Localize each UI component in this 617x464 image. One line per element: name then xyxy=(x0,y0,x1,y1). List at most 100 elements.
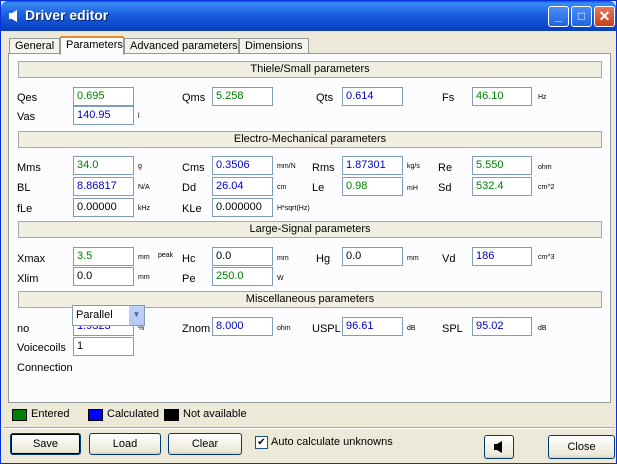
xlim-label: Xlim xyxy=(17,273,39,285)
cms-unit: mm/N xyxy=(277,163,296,170)
fle-label: fLe xyxy=(17,203,33,215)
legend-calculated: Calculated xyxy=(107,408,159,420)
uspl-field[interactable]: 96.61 xyxy=(342,317,403,336)
mms-field[interactable]: 34.0 xyxy=(73,156,134,175)
mms-label: Mms xyxy=(17,162,41,174)
sd-field[interactable]: 532.4 xyxy=(472,177,532,196)
tab-parameters[interactable]: Parameters xyxy=(60,36,124,55)
hg-field[interactable]: 0.0 xyxy=(342,247,403,266)
qms-label: Qms xyxy=(182,92,206,104)
cms-label: Cms xyxy=(182,162,205,174)
znom-field[interactable]: 8.000 xyxy=(212,317,273,336)
speaker-icon xyxy=(492,441,506,457)
tab-dimensions[interactable]: Dimensions xyxy=(239,38,309,54)
rms-label: Rms xyxy=(312,162,335,174)
minimize-button[interactable]: _ xyxy=(548,6,569,27)
xlim-unit: mm xyxy=(138,274,150,281)
driver-editor-window: Driver editor _ □ ✕ General Parameters A… xyxy=(0,0,617,464)
chevron-down-icon[interactable]: ▼ xyxy=(128,306,144,325)
re-unit: ohm xyxy=(538,164,552,171)
speaker-icon xyxy=(7,9,21,23)
bl-label: BL xyxy=(17,182,31,194)
kle-unit: H*sqrt(Hz) xyxy=(277,205,310,212)
qts-field[interactable]: 0.614 xyxy=(342,87,403,106)
tab-general[interactable]: General xyxy=(9,38,60,54)
xlim-field[interactable]: 0.0 xyxy=(73,267,134,286)
title-bar[interactable]: Driver editor _ □ ✕ xyxy=(1,1,616,31)
le-label: Le xyxy=(312,182,325,194)
hc-label: Hc xyxy=(182,253,196,265)
le-unit: mH xyxy=(407,185,418,192)
bl-unit: N/A xyxy=(138,184,150,191)
connection-select[interactable]: Parallel ▼ xyxy=(72,305,145,326)
sd-unit: cm^2 xyxy=(538,184,555,191)
uspl-label: USPL xyxy=(312,323,341,335)
no-label: no xyxy=(17,323,30,335)
vd-label: Vd xyxy=(442,253,456,265)
uspl-unit: dB xyxy=(407,325,416,332)
bl-field[interactable]: 8.86817 xyxy=(73,177,134,196)
not-available-swatch xyxy=(164,409,179,421)
re-label: Re xyxy=(438,162,453,174)
hg-unit: mm xyxy=(407,255,419,262)
voicecoils-field[interactable]: 1 xyxy=(73,337,134,356)
spl-unit: dB xyxy=(538,325,547,332)
calculated-swatch xyxy=(88,409,103,421)
dd-field[interactable]: 26.04 xyxy=(212,177,273,196)
dd-unit: cm xyxy=(277,184,287,191)
fs-field[interactable]: 46.10 xyxy=(472,87,532,106)
clear-button[interactable]: Clear xyxy=(168,433,242,455)
speaker-button[interactable] xyxy=(484,435,514,459)
hc-field[interactable]: 0.0 xyxy=(212,247,273,266)
qes-label: Qes xyxy=(17,92,38,104)
auto-calculate-checkbox[interactable]: ✔ xyxy=(255,436,268,449)
tab-advanced-parameters[interactable]: Advanced parameters xyxy=(124,38,239,54)
qms-field[interactable]: 5.258 xyxy=(212,87,273,106)
cms-field[interactable]: 0.3506 xyxy=(212,156,273,175)
maximize-button[interactable]: □ xyxy=(571,6,592,27)
save-button[interactable]: Save xyxy=(10,433,81,455)
legend-not-available: Not available xyxy=(183,408,247,420)
hc-unit: mm xyxy=(277,255,289,262)
znom-label: Znom xyxy=(182,323,211,335)
rms-unit: kg/s xyxy=(407,163,420,170)
fle-field[interactable]: 0.00000 xyxy=(73,198,134,217)
vd-unit: cm^3 xyxy=(538,254,555,261)
section-thiele-small: Thiele/Small parameters xyxy=(18,61,602,78)
hg-label: Hg xyxy=(316,253,331,265)
xmax-field[interactable]: 3.5 xyxy=(73,247,134,266)
le-field[interactable]: 0.98 xyxy=(342,177,403,196)
xmax-label: Xmax xyxy=(17,253,46,265)
close-window-button[interactable]: ✕ xyxy=(594,6,615,27)
no-unit: % xyxy=(138,325,145,332)
sd-label: Sd xyxy=(438,182,452,194)
section-large-signal: Large-Signal parameters xyxy=(18,221,602,238)
vas-field[interactable]: 140.95 xyxy=(73,106,134,125)
pe-unit: W xyxy=(277,275,284,282)
kle-field[interactable]: 0.000000 xyxy=(212,198,273,217)
legend-entered: Entered xyxy=(31,408,70,420)
vas-unit: l xyxy=(138,113,140,120)
load-button[interactable]: Load xyxy=(89,433,161,455)
section-electro-mechanical: Electro-Mechanical parameters xyxy=(18,131,602,148)
auto-calculate-label: Auto calculate unknowns xyxy=(271,436,393,448)
xmax-unit: mm xyxy=(138,254,150,261)
re-field[interactable]: 5.550 xyxy=(472,156,532,175)
divider xyxy=(4,427,615,429)
qts-label: Qts xyxy=(316,92,334,104)
close-button[interactable]: Close xyxy=(548,435,615,459)
connection-value: Parallel xyxy=(76,309,113,321)
voicecoils-label: Voicecoils xyxy=(17,342,66,354)
fs-label: Fs xyxy=(442,92,455,104)
spl-field[interactable]: 95.02 xyxy=(472,317,532,336)
znom-unit: ohm xyxy=(277,325,291,332)
qes-field[interactable]: 0.695 xyxy=(73,87,134,106)
rms-field[interactable]: 1.87301 xyxy=(342,156,403,175)
vas-label: Vas xyxy=(17,111,36,123)
pe-field[interactable]: 250.0 xyxy=(212,267,273,286)
window-title: Driver editor xyxy=(25,7,109,23)
vd-field[interactable]: 186 xyxy=(472,247,532,266)
xmax-peak-unit: peak xyxy=(158,252,174,259)
entered-swatch xyxy=(12,409,27,421)
kle-label: KLe xyxy=(182,203,202,215)
